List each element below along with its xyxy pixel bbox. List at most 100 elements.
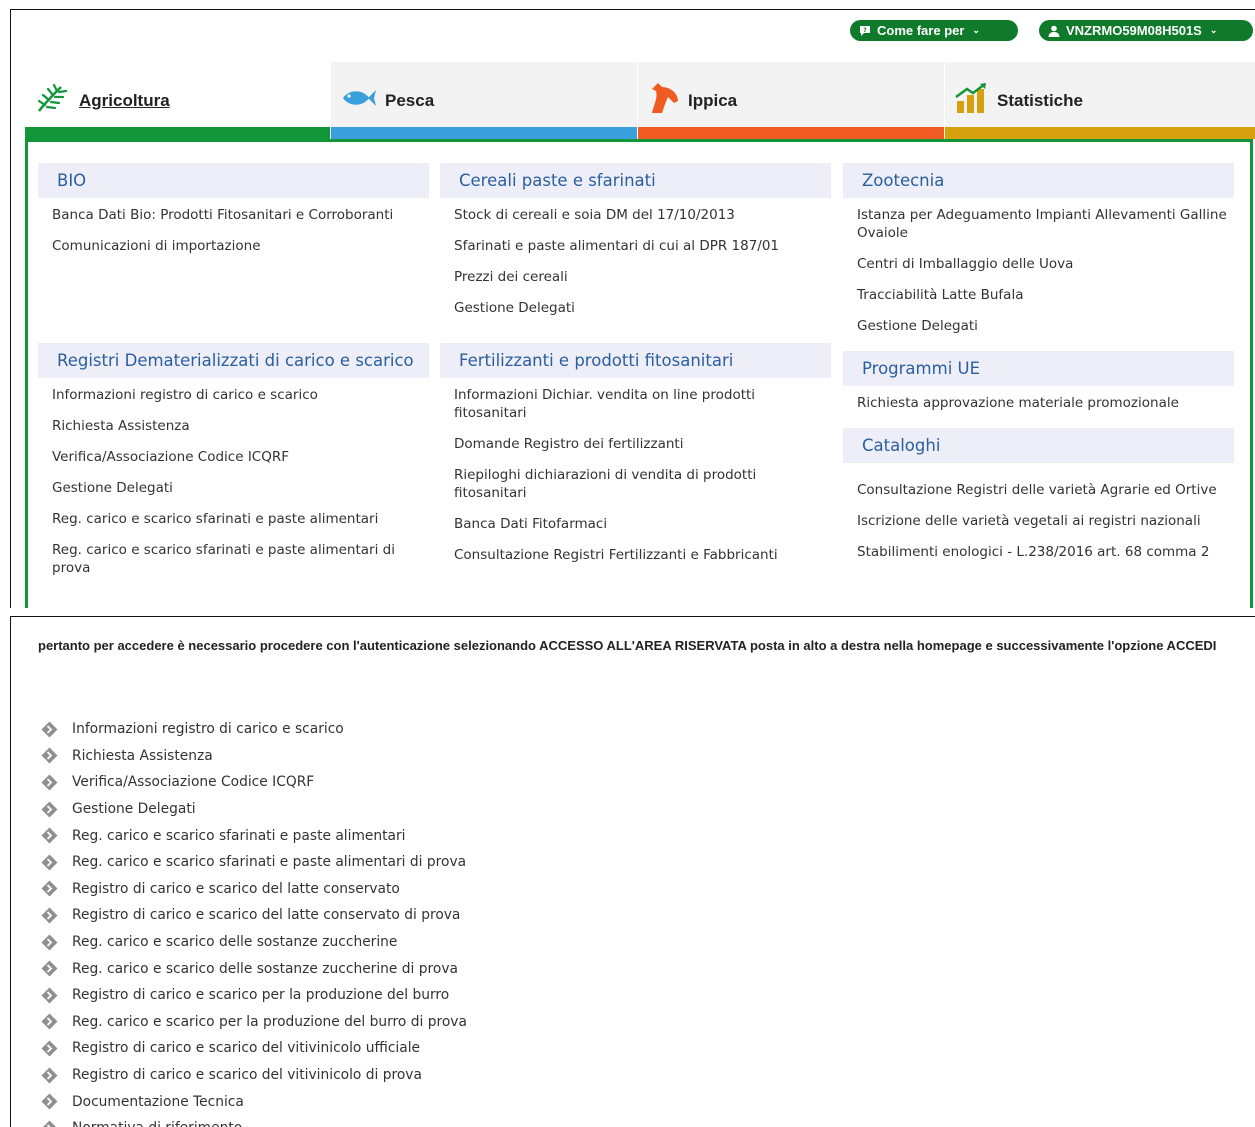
service-link[interactable]: Gestione Delegati xyxy=(857,317,1234,335)
registry-link-item[interactable]: Informazioni registro di carico e scaric… xyxy=(41,716,467,743)
portal-screenshot: ? Come fare per ⌄ VNZRMO59M08H501S ⌄ Agr… xyxy=(10,9,1255,608)
category-bio-links: Banca Dati Bio: Prodotti Fitosanitari e … xyxy=(38,198,429,271)
registry-link-item[interactable]: Registro di carico e scarico per la prod… xyxy=(41,982,467,1009)
category-programmi-ue-links: Richiesta approvazione materiale promozi… xyxy=(843,386,1234,428)
registry-link-label: Registro di carico e scarico del vitivin… xyxy=(72,1067,422,1084)
tab-pesca-label: Pesca xyxy=(385,90,435,110)
category-zootecnia: Zootecnia xyxy=(843,163,1234,198)
registry-link-item[interactable]: Gestione Delegati xyxy=(41,796,467,823)
diamond-bullet-icon xyxy=(41,1013,58,1030)
registry-link-label: Reg. carico e scarico per la produzione … xyxy=(72,1013,467,1030)
service-link[interactable]: Riepiloghi dichiarazioni di vendita di p… xyxy=(454,466,831,502)
chat-bubble-icon: ? xyxy=(859,25,871,37)
service-link[interactable]: Consultazione Registri Fertilizzanti e F… xyxy=(454,546,831,564)
registry-link-item[interactable]: Registro di carico e scarico del latte c… xyxy=(41,876,467,903)
registry-link-label: Reg. carico e scarico delle sostanze zuc… xyxy=(72,960,458,977)
registry-link-label: Richiesta Assistenza xyxy=(72,747,213,764)
diamond-bullet-icon xyxy=(41,854,58,871)
registry-link-item[interactable]: Reg. carico e scarico sfarinati e paste … xyxy=(41,849,467,876)
category-cataloghi: Cataloghi xyxy=(843,428,1234,463)
registry-link-label: Registro di carico e scarico per la prod… xyxy=(72,987,450,1004)
tab-agricoltura[interactable]: Agricoltura xyxy=(25,62,331,139)
tab-color-bar xyxy=(331,127,637,139)
service-link[interactable]: Banca Dati Bio: Prodotti Fitosanitari e … xyxy=(52,206,429,224)
service-link[interactable]: Stock di cereali e soia DM del 17/10/201… xyxy=(454,206,831,224)
tab-statistiche-label: Statistiche xyxy=(997,90,1083,110)
access-notice: pertanto per accedere è necessario proce… xyxy=(38,638,1217,653)
services-column-3: Zootecnia Istanza per Adeguamento Impian… xyxy=(843,163,1234,577)
registry-link-item[interactable]: Registro di carico e scarico del latte c… xyxy=(41,902,467,929)
service-link[interactable]: Comunicazioni di importazione xyxy=(52,237,429,255)
service-link[interactable]: Centri di Imballaggio delle Uova xyxy=(857,255,1234,273)
registry-link-label: Reg. carico e scarico delle sostanze zuc… xyxy=(72,934,398,951)
tab-ippica[interactable]: Ippica xyxy=(638,62,945,139)
registry-link-item[interactable]: Reg. carico e scarico sfarinati e paste … xyxy=(41,822,467,849)
service-link[interactable]: Gestione Delegati xyxy=(52,479,429,497)
registry-link-label: Documentazione Tecnica xyxy=(72,1093,244,1110)
service-link[interactable]: Iscrizione delle varietà vegetali ai reg… xyxy=(857,512,1234,530)
service-link[interactable]: Informazioni Dichiar. vendita on line pr… xyxy=(454,386,831,422)
horse-icon xyxy=(648,81,680,120)
service-link[interactable]: Istanza per Adeguamento Impianti Allevam… xyxy=(857,206,1234,242)
tab-color-bar xyxy=(25,127,330,139)
service-link[interactable]: Informazioni registro di carico e scaric… xyxy=(52,386,429,404)
registry-link-item[interactable]: Richiesta Assistenza xyxy=(41,743,467,770)
registry-page-screenshot: pertanto per accedere è necessario proce… xyxy=(10,616,1255,1127)
diamond-bullet-icon xyxy=(41,801,58,818)
tab-statistiche[interactable]: Statistiche xyxy=(945,62,1255,139)
service-link[interactable]: Richiesta approvazione materiale promozi… xyxy=(857,394,1234,412)
chart-icon xyxy=(955,83,989,118)
sector-tabs: Agricoltura Pesca Ippica Statistiche xyxy=(25,62,1255,139)
registry-link-label: Registro di carico e scarico del latte c… xyxy=(72,880,400,897)
registry-link-label: Verifica/Associazione Codice ICQRF xyxy=(72,774,315,791)
registry-link-item[interactable]: Registro di carico e scarico del vitivin… xyxy=(41,1035,467,1062)
service-link[interactable]: Reg. carico e scarico sfarinati e paste … xyxy=(52,541,429,577)
registry-link-item[interactable]: Reg. carico e scarico delle sostanze zuc… xyxy=(41,955,467,982)
service-link[interactable]: Stabilimenti enologici - L.238/2016 art.… xyxy=(857,543,1234,561)
category-registri-links: Informazioni registro di carico e scaric… xyxy=(38,378,429,593)
service-link[interactable]: Banca Dati Fitofarmaci xyxy=(454,515,831,533)
services-panel: BIO Banca Dati Bio: Prodotti Fitosanitar… xyxy=(25,139,1253,608)
wheat-icon xyxy=(35,83,71,118)
service-link[interactable]: Consultazione Registri delle varietà Agr… xyxy=(857,481,1234,499)
registry-link-item[interactable]: Normativa di riferimento xyxy=(41,1115,467,1127)
diamond-bullet-icon xyxy=(41,1120,58,1127)
category-registri: Registri Dematerializzati di carico e sc… xyxy=(38,343,429,378)
registry-link-item[interactable]: Registro di carico e scarico del vitivin… xyxy=(41,1062,467,1089)
service-link[interactable]: Domande Registro dei fertilizzanti xyxy=(454,435,831,453)
diamond-bullet-icon xyxy=(41,721,58,738)
category-zootecnia-links: Istanza per Adeguamento Impianti Allevam… xyxy=(843,198,1234,351)
service-link[interactable]: Reg. carico e scarico sfarinati e paste … xyxy=(52,510,429,528)
diamond-bullet-icon xyxy=(41,960,58,977)
service-link[interactable]: Verifica/Associazione Codice ICQRF xyxy=(52,448,429,466)
tab-pesca[interactable]: Pesca xyxy=(331,62,638,139)
chevron-down-icon: ⌄ xyxy=(1209,25,1218,35)
registry-link-label: Registro di carico e scarico del vitivin… xyxy=(72,1040,421,1057)
services-column-2: Cereali paste e sfarinati Stock di cerea… xyxy=(440,163,831,580)
chevron-down-icon: ⌄ xyxy=(972,25,980,35)
registry-link-item[interactable]: Verifica/Associazione Codice ICQRF xyxy=(41,769,467,796)
registry-link-item[interactable]: Reg. carico e scarico delle sostanze zuc… xyxy=(41,929,467,956)
diamond-bullet-icon xyxy=(41,907,58,924)
service-link[interactable]: Gestione Delegati xyxy=(454,299,831,317)
diamond-bullet-icon xyxy=(41,1093,58,1110)
tab-agricoltura-label: Agricoltura xyxy=(79,90,170,110)
services-column-1: BIO Banca Dati Bio: Prodotti Fitosanitar… xyxy=(38,163,429,593)
category-cereali: Cereali paste e sfarinati xyxy=(440,163,831,198)
diamond-bullet-icon xyxy=(41,934,58,951)
service-link[interactable]: Richiesta Assistenza xyxy=(52,417,429,435)
tab-ippica-label: Ippica xyxy=(688,90,738,110)
category-cataloghi-links: Consultazione Registri delle varietà Agr… xyxy=(843,463,1234,577)
help-menu-button[interactable]: ? Come fare per ⌄ xyxy=(850,20,1018,41)
user-menu-button[interactable]: VNZRMO59M08H501S ⌄ xyxy=(1039,20,1253,41)
service-link[interactable]: Tracciabilità Latte Bufala xyxy=(857,286,1234,304)
service-link[interactable]: Sfarinati e paste alimentari di cui al D… xyxy=(454,237,831,255)
user-icon xyxy=(1048,25,1060,37)
registry-link-item[interactable]: Documentazione Tecnica xyxy=(41,1088,467,1115)
diamond-bullet-icon xyxy=(41,1067,58,1084)
diamond-bullet-icon xyxy=(41,774,58,791)
tab-color-bar xyxy=(638,127,944,139)
service-link[interactable]: Prezzi dei cereali xyxy=(454,268,831,286)
registry-link-item[interactable]: Reg. carico e scarico per la produzione … xyxy=(41,1009,467,1036)
